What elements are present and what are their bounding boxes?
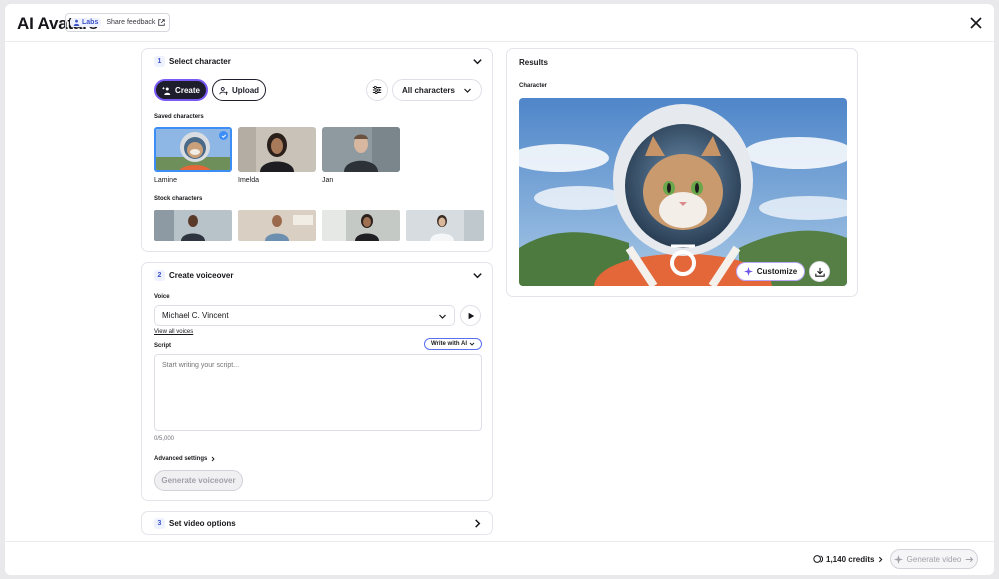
sparkle-icon [893,554,903,564]
step-number: 1 [154,56,165,67]
sparkle-icon [743,267,753,276]
character-label: Character [519,83,548,89]
character-preview [519,98,847,286]
header-chip: Labs Share feedback [65,13,171,32]
write-with-ai-label: Write with AI [431,341,467,347]
generate-voiceover-button[interactable]: Generate voiceover [154,470,243,491]
share-feedback-link[interactable]: Share feedback [106,19,166,26]
upload-label: Upload [231,85,260,95]
stock-character-thumb[interactable] [322,210,400,241]
results-title: Results [519,58,548,67]
script-label: Script [154,343,172,349]
chevron-right-icon [212,456,215,462]
labs-label: Labs [82,19,99,26]
download-button[interactable] [809,261,830,282]
results-panel: Results Character Customize [506,48,858,297]
create-label: Create [175,85,200,95]
voice-label: Voice [154,294,170,300]
set-video-options-card[interactable]: 3 Set video options [141,511,493,535]
man-portrait-image [322,127,400,172]
create-button[interactable]: Create [154,79,208,101]
check-icon [219,131,228,140]
sliders-icon [372,86,382,94]
stock-man-office-image [154,210,232,241]
generate-video-button[interactable]: Generate video [890,549,978,569]
play-voice-button[interactable] [460,305,481,326]
filter-button[interactable] [366,79,388,101]
credits-link[interactable]: 1,140 credits [813,554,884,564]
customize-label: Customize [756,267,798,276]
upload-person-icon [219,86,228,95]
app-window: AI Avatars Labs Share feedback 1 Select … [5,4,994,575]
customize-button[interactable]: Customize [736,262,805,281]
character-thumb-jan[interactable] [322,127,400,172]
external-link-icon [158,19,166,26]
advanced-settings-toggle[interactable]: Advanced settings [154,456,216,462]
stock-man-lobby-image [238,210,316,241]
woman-portrait-image [238,127,316,172]
credits-label: 1,140 credits [826,554,875,564]
labs-badge: Labs [70,18,102,27]
select-character-card: 1 Select character Create Upload All cha… [141,48,493,252]
character-name: Lamine [154,177,177,184]
stock-doctor-image [406,210,484,241]
chevron-right-icon[interactable] [472,518,483,529]
sparkle-person-icon [162,86,171,95]
stock-character-thumb[interactable] [154,210,232,241]
step-number: 2 [154,270,165,281]
saved-characters-label: Saved characters [154,114,204,120]
create-voiceover-card: 2 Create voiceover Voice Michael C. Vinc… [141,262,493,501]
chevron-down-icon [469,342,475,346]
chevron-down-icon[interactable] [472,56,483,67]
close-icon[interactable] [969,16,983,30]
step-title: Set video options [169,519,236,528]
footer-bar: 1,140 credits Generate video [5,541,994,575]
chevron-down-icon [464,88,471,93]
top-bar: AI Avatars Labs Share feedback [5,4,994,42]
download-icon [814,267,825,277]
coins-icon [813,555,823,563]
step-title: Create voiceover [169,271,234,280]
character-thumb-imelda[interactable] [238,127,316,172]
view-all-voices-link[interactable]: View all voices [154,329,193,335]
play-icon [468,312,474,319]
chevron-down-icon[interactable] [472,270,483,281]
character-counter: 0/5,000 [154,436,175,442]
script-textarea[interactable] [154,354,482,431]
stock-characters-label: Stock characters [154,196,203,202]
generate-video-label: Generate video [906,554,962,564]
chevron-right-icon [879,556,883,562]
upload-button[interactable]: Upload [212,79,266,101]
voice-select[interactable]: Michael C. Vincent [154,305,455,326]
write-with-ai-button[interactable]: Write with AI [424,338,482,350]
arrow-right-icon [966,556,974,562]
stock-woman-office-image [322,210,400,241]
all-characters-label: All characters [402,85,455,95]
voice-value: Michael C. Vincent [162,311,229,320]
character-name: Jan [322,177,334,184]
share-feedback-label: Share feedback [106,19,156,26]
character-name: Imelda [238,177,260,184]
step-title: Select character [169,57,231,66]
character-thumb-lamine[interactable] [154,127,232,172]
all-characters-dropdown[interactable]: All characters [392,79,482,101]
step-number: 3 [154,518,165,529]
astronaut-cat-image [519,98,847,286]
stock-character-thumb[interactable] [238,210,316,241]
advanced-settings-label: Advanced settings [154,456,208,462]
person-icon [73,19,80,26]
stock-character-thumb[interactable] [406,210,484,241]
chevron-down-icon [439,314,446,319]
